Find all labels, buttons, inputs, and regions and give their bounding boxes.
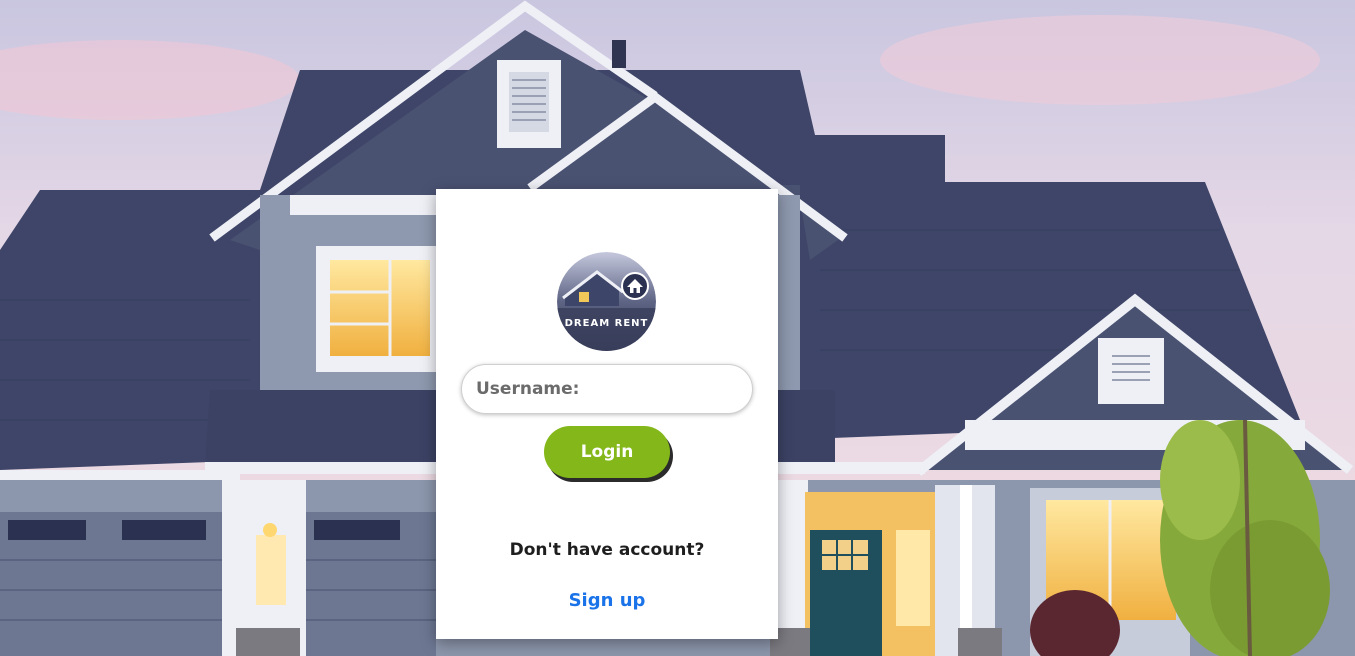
username-input[interactable] [461, 364, 753, 414]
logo: DREAM RENT [557, 252, 656, 351]
login-button[interactable]: Login [544, 426, 670, 478]
house-logo-icon [557, 252, 656, 351]
signup-link[interactable]: Sign up [436, 590, 778, 611]
logo-text: DREAM RENT [564, 318, 649, 329]
login-card: DREAM RENT Login Don't have account? Sig… [436, 189, 778, 639]
no-account-text: Don't have account? [509, 540, 705, 560]
